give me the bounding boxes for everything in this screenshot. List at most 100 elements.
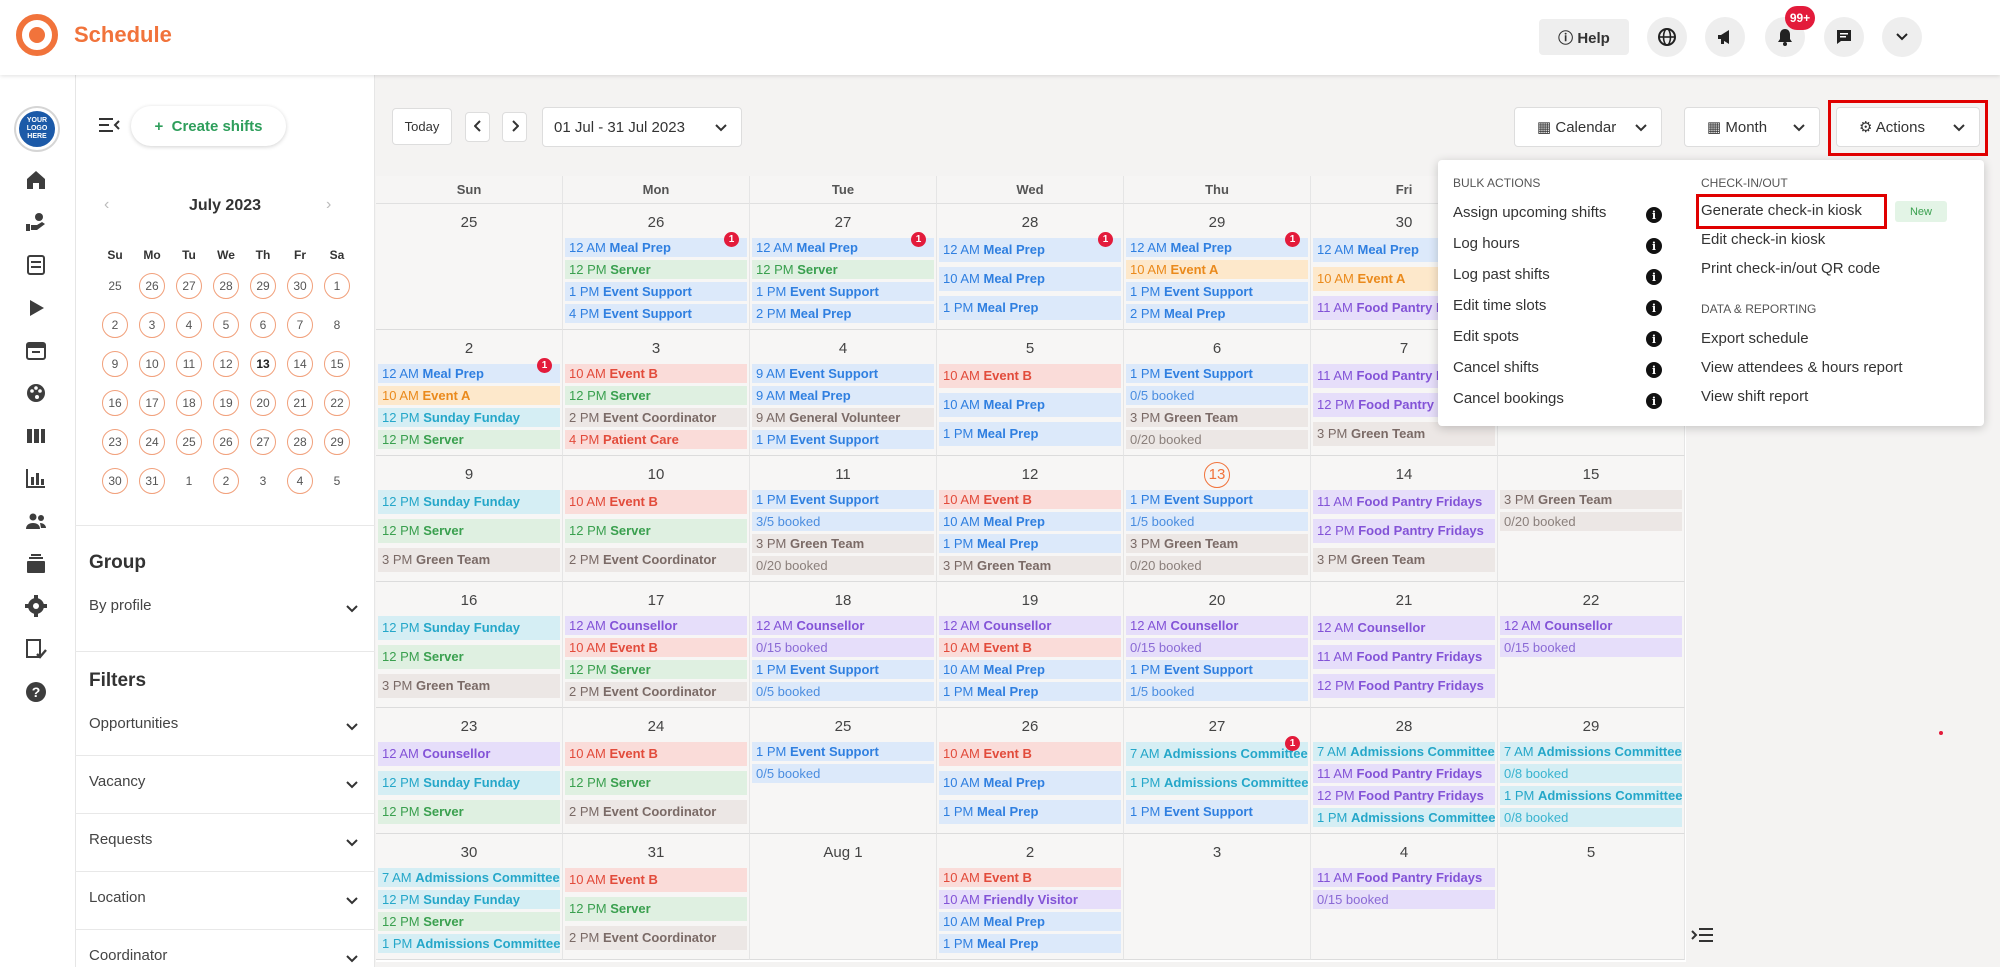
mini-next-icon[interactable]: › bbox=[326, 196, 331, 214]
shift-event[interactable]: 1 PM Event Support bbox=[752, 660, 934, 679]
mini-day[interactable]: 10 bbox=[139, 351, 165, 377]
calendar-day-cell[interactable]: 17 12 AM Counsellor 10 AM Event B 12 PM Ser… bbox=[563, 582, 750, 708]
info-icon[interactable]: i bbox=[1646, 269, 1662, 285]
calendar-day-cell[interactable]: 25 bbox=[376, 204, 563, 330]
shift-event[interactable]: 2 PM Event Coordinator bbox=[565, 926, 747, 950]
shift-event[interactable]: 10 AM Meal Prep bbox=[939, 771, 1121, 795]
calendar-day-cell[interactable]: 19 12 AM Counsellor 10 AM Event B 10 AM Mea… bbox=[937, 582, 1124, 708]
shift-booking-count[interactable]: 0/20 booked bbox=[752, 556, 934, 575]
bulk-action-item[interactable]: Log hours bbox=[1453, 235, 1520, 252]
shift-event[interactable]: 12 PM Server bbox=[378, 912, 560, 931]
shift-event[interactable]: 2 PM Event Coordinator bbox=[565, 682, 747, 701]
play-icon[interactable] bbox=[24, 296, 48, 320]
shift-event[interactable]: 3 PM Green Team bbox=[1500, 490, 1682, 509]
shift-booking-count[interactable]: 0/15 booked bbox=[1500, 638, 1682, 657]
filter-vacancy-dropdown[interactable]: Vacancy bbox=[89, 773, 364, 790]
mini-day[interactable]: 11 bbox=[176, 351, 202, 377]
mini-day[interactable]: 6 bbox=[250, 312, 276, 338]
shift-event[interactable]: 2 PM Event Coordinator bbox=[565, 548, 747, 572]
shift-event[interactable]: 1 PM Event Support bbox=[1126, 660, 1308, 679]
calendar-day-cell[interactable]: 21 12 AM Counsellor 11 AM Food Pantry Frid… bbox=[1311, 582, 1498, 708]
shift-event[interactable]: 1 PM Event Support bbox=[752, 282, 934, 301]
shift-event[interactable]: 12 PM Sunday Funday bbox=[378, 890, 560, 909]
shift-event[interactable]: 10 AM Event B bbox=[939, 868, 1121, 887]
calendar-day-cell[interactable]: 27 12 AM Meal Prep 12 PM Server 1 PM Event … bbox=[750, 204, 937, 330]
calendar-day-cell[interactable]: 29 7 AM Admissions Committee 0/8 booked 1 P… bbox=[1498, 708, 1685, 834]
mini-day[interactable]: 30 bbox=[102, 468, 128, 494]
mini-day[interactable]: 19 bbox=[213, 390, 239, 416]
shift-event[interactable]: 10 AM Event A bbox=[1126, 260, 1308, 279]
shift-event[interactable]: 3 PM Green Team bbox=[378, 548, 560, 572]
filter-coordinator-dropdown[interactable]: Coordinator bbox=[89, 947, 364, 964]
calendar-icon[interactable] bbox=[24, 338, 48, 362]
mini-prev-icon[interactable]: ‹ bbox=[104, 196, 109, 214]
calendar-day-cell[interactable]: 26 12 AM Meal Prep 12 PM Server 1 PM Event … bbox=[563, 204, 750, 330]
shift-event[interactable]: 2 PM Event Coordinator bbox=[565, 800, 747, 824]
shift-event[interactable]: 12 AM Counsellor bbox=[752, 616, 934, 635]
calendar-day-cell[interactable]: 2 12 AM Meal Prep 10 AM Event A 12 PM Sunda… bbox=[376, 330, 563, 456]
shift-event[interactable]: 3 PM Green Team bbox=[752, 534, 934, 553]
shift-booking-count[interactable]: 0/8 booked bbox=[1500, 764, 1682, 783]
shift-event[interactable]: 1 PM Meal Prep bbox=[939, 682, 1121, 701]
mini-day[interactable]: 14 bbox=[287, 351, 313, 377]
globe-icon[interactable] bbox=[1647, 17, 1687, 57]
info-icon[interactable]: i bbox=[1646, 238, 1662, 254]
shift-event[interactable]: 12 AM Counsellor bbox=[1500, 616, 1682, 635]
mini-day[interactable]: 28 bbox=[287, 429, 313, 455]
shift-event[interactable]: 1 PM Event Support bbox=[565, 282, 747, 301]
shift-event[interactable]: 7 AM Admissions Committee bbox=[378, 868, 560, 887]
shift-event[interactable]: 1 PM Admissions Committee bbox=[378, 934, 560, 953]
shift-event[interactable]: 7 AM Admissions Committee bbox=[1500, 742, 1682, 761]
shift-event[interactable]: 12 PM Server bbox=[565, 260, 747, 279]
shift-booking-count[interactable]: 0/20 booked bbox=[1126, 556, 1308, 575]
calendar-day-cell[interactable]: 2 10 AM Event B 10 AM Friendly Visitor 10 A… bbox=[937, 834, 1124, 960]
bulk-action-item[interactable]: Assign upcoming shifts bbox=[1453, 204, 1606, 221]
mini-day[interactable]: 4 bbox=[176, 312, 202, 338]
calendar-day-cell[interactable]: 3 10 AM Event B 12 PM Server 2 PM Event Coo… bbox=[563, 330, 750, 456]
shift-event[interactable]: 12 AM Counsellor bbox=[1313, 616, 1495, 640]
shift-event[interactable]: 11 AM Food Pantry Fridays bbox=[1313, 868, 1495, 887]
info-icon[interactable]: i bbox=[1646, 300, 1662, 316]
calendar-day-cell[interactable]: 10 10 AM Event B 12 PM Server 2 PM Event Co… bbox=[563, 456, 750, 582]
shift-event[interactable]: 1 PM Admissions Committee bbox=[1126, 771, 1308, 795]
shift-event[interactable]: 7 AM Admissions Committee bbox=[1313, 742, 1495, 761]
shift-event[interactable]: 12 AM Meal Prep bbox=[378, 364, 560, 383]
prev-period-button[interactable] bbox=[465, 112, 490, 142]
mini-day[interactable]: 23 bbox=[102, 429, 128, 455]
mini-day[interactable]: 27 bbox=[250, 429, 276, 455]
shift-event[interactable]: 12 PM Server bbox=[378, 800, 560, 824]
calendar-day-cell[interactable]: 9 12 PM Sunday Funday 12 PM Server 3 PM Gre… bbox=[376, 456, 563, 582]
mini-day[interactable]: 8 bbox=[324, 312, 350, 338]
shift-event[interactable]: 9 AM General Volunteer bbox=[752, 408, 934, 427]
shift-event[interactable]: 1 PM Meal Prep bbox=[939, 800, 1121, 824]
calendar-day-cell[interactable]: 13 1 PM Event Support 1/5 booked 3 PM Green… bbox=[1124, 456, 1311, 582]
report-item[interactable]: Export schedule bbox=[1701, 330, 1809, 347]
shift-event[interactable]: 12 AM Meal Prep bbox=[565, 238, 747, 257]
mini-day[interactable]: 16 bbox=[102, 390, 128, 416]
shift-event[interactable]: 10 AM Event B bbox=[565, 364, 747, 383]
calendar-day-cell[interactable]: 4 11 AM Food Pantry Fridays 0/15 booked bbox=[1311, 834, 1498, 960]
shift-event[interactable]: 1 PM Admissions Committee bbox=[1500, 786, 1682, 805]
mini-day[interactable]: 5 bbox=[213, 312, 239, 338]
report-item[interactable]: View attendees & hours report bbox=[1701, 359, 1903, 376]
info-icon[interactable]: i bbox=[1646, 331, 1662, 347]
mini-day[interactable]: 12 bbox=[213, 351, 239, 377]
shift-event[interactable]: 12 PM Server bbox=[565, 519, 747, 543]
shift-event[interactable]: 10 AM Event B bbox=[939, 638, 1121, 657]
calendar-day-cell[interactable]: 5 bbox=[1498, 834, 1685, 960]
bulk-action-item[interactable]: Edit time slots bbox=[1453, 297, 1546, 314]
shift-event[interactable]: 10 AM Friendly Visitor bbox=[939, 890, 1121, 909]
mini-day[interactable]: 2 bbox=[102, 312, 128, 338]
shift-event[interactable]: 1 PM Event Support bbox=[1126, 490, 1308, 509]
shift-event[interactable]: 3 PM Green Team bbox=[1313, 548, 1495, 572]
calendar-day-cell[interactable]: 11 1 PM Event Support 3/5 booked 3 PM Green… bbox=[750, 456, 937, 582]
expand-list-icon[interactable] bbox=[1691, 927, 1713, 943]
view-select[interactable]: ▦ Calendar bbox=[1514, 107, 1662, 147]
next-period-button[interactable] bbox=[502, 112, 527, 142]
shift-event[interactable]: 11 AM Food Pantry Fridays bbox=[1313, 764, 1495, 783]
mini-day[interactable]: 18 bbox=[176, 390, 202, 416]
mini-day[interactable]: 9 bbox=[102, 351, 128, 377]
shift-event[interactable]: 1 PM Meal Prep bbox=[939, 422, 1121, 446]
mini-day[interactable]: 30 bbox=[287, 273, 313, 299]
shift-event[interactable]: 1 PM Event Support bbox=[1126, 282, 1308, 301]
